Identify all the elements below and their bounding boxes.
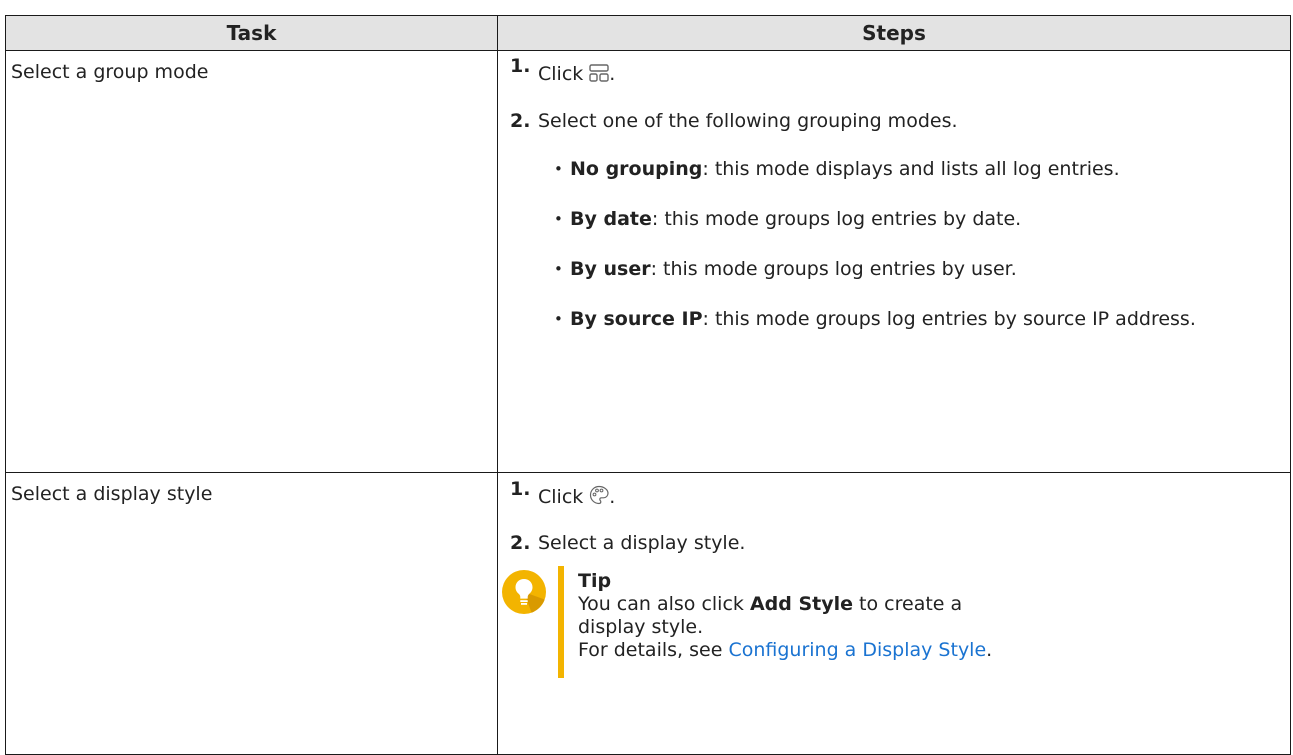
bullet-desc: : this mode groups log entries by user. [650, 258, 1017, 280]
step-text-click: Click [538, 63, 584, 85]
bullet-term: No grouping [570, 158, 703, 180]
step-text-after: . [609, 486, 616, 508]
list-item: No grouping: this mode displays and list… [552, 156, 1130, 183]
header-task: Task [5, 15, 498, 51]
tip-line-1: You can also click Add Style to create a… [578, 593, 1008, 639]
tip-bold-text: Add Style [749, 593, 854, 615]
lightbulb-icon [502, 570, 546, 614]
table-row: Select a group mode 1. Click . 2. Select… [5, 50, 1291, 473]
task-cell: Select a group mode [5, 50, 498, 473]
bullet-term: By date [570, 208, 652, 230]
grid-group-icon[interactable] [589, 64, 609, 87]
list-item: By user: this mode groups log entries by… [552, 256, 1290, 283]
list-item: By source IP: this mode groups log entri… [552, 306, 1290, 333]
header-steps: Steps [497, 15, 1291, 51]
steps-table: Task Steps Select a group mode 1. Click [5, 15, 1291, 755]
task-cell: Select a display style [5, 472, 498, 755]
step-1: 1. Click . [510, 478, 1290, 510]
bullet-term: By source IP [570, 308, 703, 330]
step-1: 1. Click . [510, 55, 1290, 87]
configuring-display-style-link[interactable]: Configuring a Display Style [728, 639, 986, 661]
step-number: 1. [510, 478, 531, 500]
bullet-desc: : this mode displays and lists all log e… [702, 158, 1120, 180]
step-text: Click . [538, 63, 615, 87]
task-label: Select a group mode [11, 61, 209, 83]
tip-body: Tip You can also click Add Style to crea… [564, 566, 1008, 678]
bullet-term: By user [570, 258, 651, 280]
table-row: Select a display style 1. Click . 2. Sel… [5, 472, 1291, 755]
step-number: 2. [510, 110, 531, 132]
tip-text: You can also click [578, 593, 750, 615]
step-number: 1. [510, 55, 531, 77]
step-text: Select one of the following grouping mod… [538, 110, 958, 132]
grouping-mode-list: No grouping: this mode displays and list… [510, 156, 1290, 333]
step-text-click: Click [538, 486, 584, 508]
step-2: 2. Select one of the following grouping … [510, 110, 1290, 132]
tip-text: For details, see [578, 639, 729, 661]
steps-cell: 1. Click . 2. Select a display style. Ti… [497, 472, 1291, 755]
steps-cell: 1. Click . 2. Select one of the followin… [497, 50, 1291, 473]
step-2: 2. Select a display style. [510, 532, 1290, 554]
step-text-after: . [609, 63, 616, 85]
step-number: 2. [510, 532, 531, 554]
tip-callout: Tip You can also click Add Style to crea… [502, 566, 1290, 678]
step-text: Click . [538, 485, 615, 510]
tip-text: . [986, 639, 993, 661]
step-text: Select a display style. [538, 532, 746, 554]
bullet-desc: : this mode groups log entries by date. [651, 208, 1022, 230]
table-header-row: Task Steps [5, 15, 1291, 51]
bullet-desc: : this mode groups log entries by source… [702, 308, 1196, 330]
tip-title: Tip [578, 570, 612, 592]
palette-icon[interactable] [589, 485, 609, 510]
tip-line-2: For details, see Configuring a Display S… [578, 639, 1008, 662]
task-label: Select a display style [11, 483, 213, 505]
list-item: By date: this mode groups log entries by… [552, 206, 1290, 233]
